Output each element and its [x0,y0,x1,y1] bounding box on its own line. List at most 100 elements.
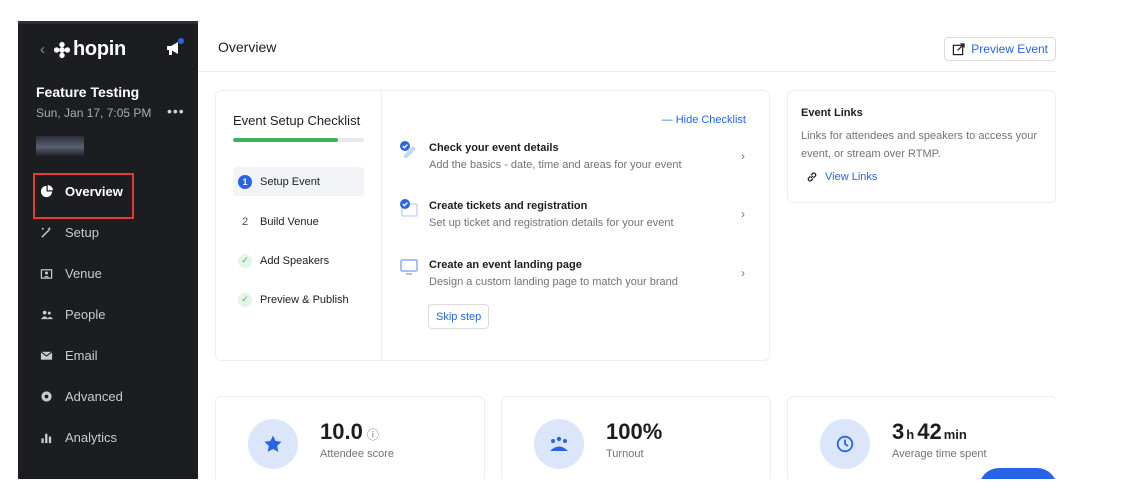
checklist-steps: 1 Setup Event 2 Build Venue ✓ Add Speake… [233,167,364,319]
view-links-link[interactable]: View Links [806,171,877,183]
info-icon[interactable]: ⓘ [367,426,379,443]
check-icon: ✓ [238,253,252,268]
back-chevron-icon[interactable]: ‹ [40,41,45,58]
task-check-event-details[interactable]: Check your event details Add the basics … [399,140,749,180]
turnout-value: 100% [606,419,663,444]
event-links-card: Event Links Links for attendees and spea… [787,90,1056,203]
page-title: Overview [218,39,277,55]
sidebar-item-label: Setup [65,225,99,240]
task-description: Design a custom landing page to match yo… [429,276,678,288]
pie-chart-icon [39,185,53,199]
event-thumbnail [36,136,84,156]
stat-label: Turnout [606,448,644,460]
check-icon: ✓ [238,292,252,307]
chat-button[interactable] [979,468,1056,479]
sidebar-item-label: Venue [65,266,102,281]
sidebar-item-setup[interactable]: Setup [18,212,198,253]
monitor-icon [400,259,418,275]
checklist-tasks-panel: — Hide Checklist Check your event detail… [382,91,769,360]
sidebar-item-overview[interactable]: Overview [18,171,198,219]
sidebar-item-people[interactable]: People [18,294,198,335]
venue-icon [39,267,53,281]
stat-value: 100% [606,419,662,445]
stat-value: 10.0 ⓘ [320,419,379,445]
brand[interactable]: ‹ hopin [40,38,126,61]
app-window: ‹ hopin Feature Testing Sun, Jan 17, 7:0… [18,21,1056,479]
main-content: Overview Preview Event Event Setup Check… [198,21,1056,479]
chevron-right-icon: › [741,207,745,221]
view-links-label: View Links [825,171,878,183]
sidebar-item-analytics[interactable]: Analytics [18,417,198,458]
checklist-steps-panel: Event Setup Checklist 1 Setup Event 2 Bu… [216,91,382,360]
checklist-progress-bar [233,138,364,142]
task-title: Create an event landing page [429,259,582,271]
step-label: Setup Event [260,175,320,188]
star-icon [248,419,298,469]
sidebar-nav: Overview Setup Venue People Email Advanc… [18,171,198,458]
step-label: Preview & Publish [260,293,349,306]
event-title: Feature Testing [36,84,140,100]
hide-checklist-link[interactable]: — Hide Checklist [662,114,746,126]
link-icon [807,172,817,182]
task-description: Set up ticket and registration details f… [429,217,674,229]
external-link-icon [953,42,965,55]
hours-unit: h [906,427,915,442]
people-icon [39,308,53,322]
step-preview-publish[interactable]: ✓ Preview & Publish [233,280,364,319]
more-options-icon[interactable]: ••• [167,103,185,119]
hopin-logo-icon [53,41,71,58]
step-add-speakers[interactable]: ✓ Add Speakers [233,241,364,280]
setup-checklist-card: Event Setup Checklist 1 Setup Event 2 Bu… [215,90,770,361]
sidebar-item-label: Advanced [65,389,123,404]
event-links-description: Links for attendees and speakers to acce… [801,130,1038,160]
envelope-icon [39,349,53,363]
step-label: Build Venue [260,215,319,228]
task-title: Create tickets and registration [429,200,588,212]
sidebar-item-venue[interactable]: Venue [18,253,198,294]
minutes-unit: min [943,427,967,442]
sidebar-item-email[interactable]: Email [18,335,198,376]
step-label: Add Speakers [260,254,330,267]
stat-card-time-spent: 3 h 42 min Average time spent [787,396,1056,479]
pencil-check-icon [400,141,416,158]
minutes-value: 42 [917,419,942,444]
sidebar: ‹ hopin Feature Testing Sun, Jan 17, 7:0… [18,21,198,479]
stat-label: Attendee score [320,448,394,460]
clock-icon [820,419,870,469]
step-setup-event[interactable]: 1 Setup Event [233,167,364,196]
step-build-venue[interactable]: 2 Build Venue [233,202,364,241]
bar-chart-icon [39,431,53,445]
attendee-score-value: 10.0 [320,419,363,444]
task-title: Check your event details [429,142,559,154]
top-strip [18,21,198,24]
event-links-title: Event Links [801,107,863,119]
task-create-landing-page[interactable]: Create an event landing page Design a cu… [399,257,749,297]
sidebar-item-label: Email [65,348,98,363]
hide-checklist-label: Hide Checklist [675,114,746,126]
step-number-badge: 1 [238,174,252,189]
stat-value: 3 h 42 min [892,419,970,445]
stat-card-turnout: 100% Turnout [501,396,771,479]
ticket-check-icon [400,199,418,217]
sidebar-item-label: People [65,307,106,322]
gear-icon [39,390,53,404]
stat-label: Average time spent [892,448,987,460]
stat-card-attendee-score: 10.0 ⓘ Attendee score [215,396,485,479]
skip-step-button[interactable]: Skip step [428,304,490,329]
checklist-title: Event Setup Checklist [233,113,361,128]
task-description: Add the basics - date, time and areas fo… [429,159,682,171]
preview-event-label: Preview Event [971,42,1048,56]
checklist-progress-fill [233,138,338,142]
task-create-tickets[interactable]: Create tickets and registration Set up t… [399,198,749,238]
brand-name: hopin [73,38,126,60]
sidebar-item-advanced[interactable]: Advanced [18,376,198,417]
sidebar-item-label: Analytics [65,430,118,445]
page-header: Overview Preview Event [198,21,1056,72]
event-date: Sun, Jan 17, 7:05 PM [36,106,152,120]
chevron-right-icon: › [741,266,745,280]
preview-event-button[interactable]: Preview Event [944,37,1056,61]
sidebar-item-label: Overview [65,184,123,199]
chevron-right-icon: › [741,149,745,163]
step-number-badge: 2 [241,215,249,228]
megaphone-icon[interactable] [164,37,186,59]
